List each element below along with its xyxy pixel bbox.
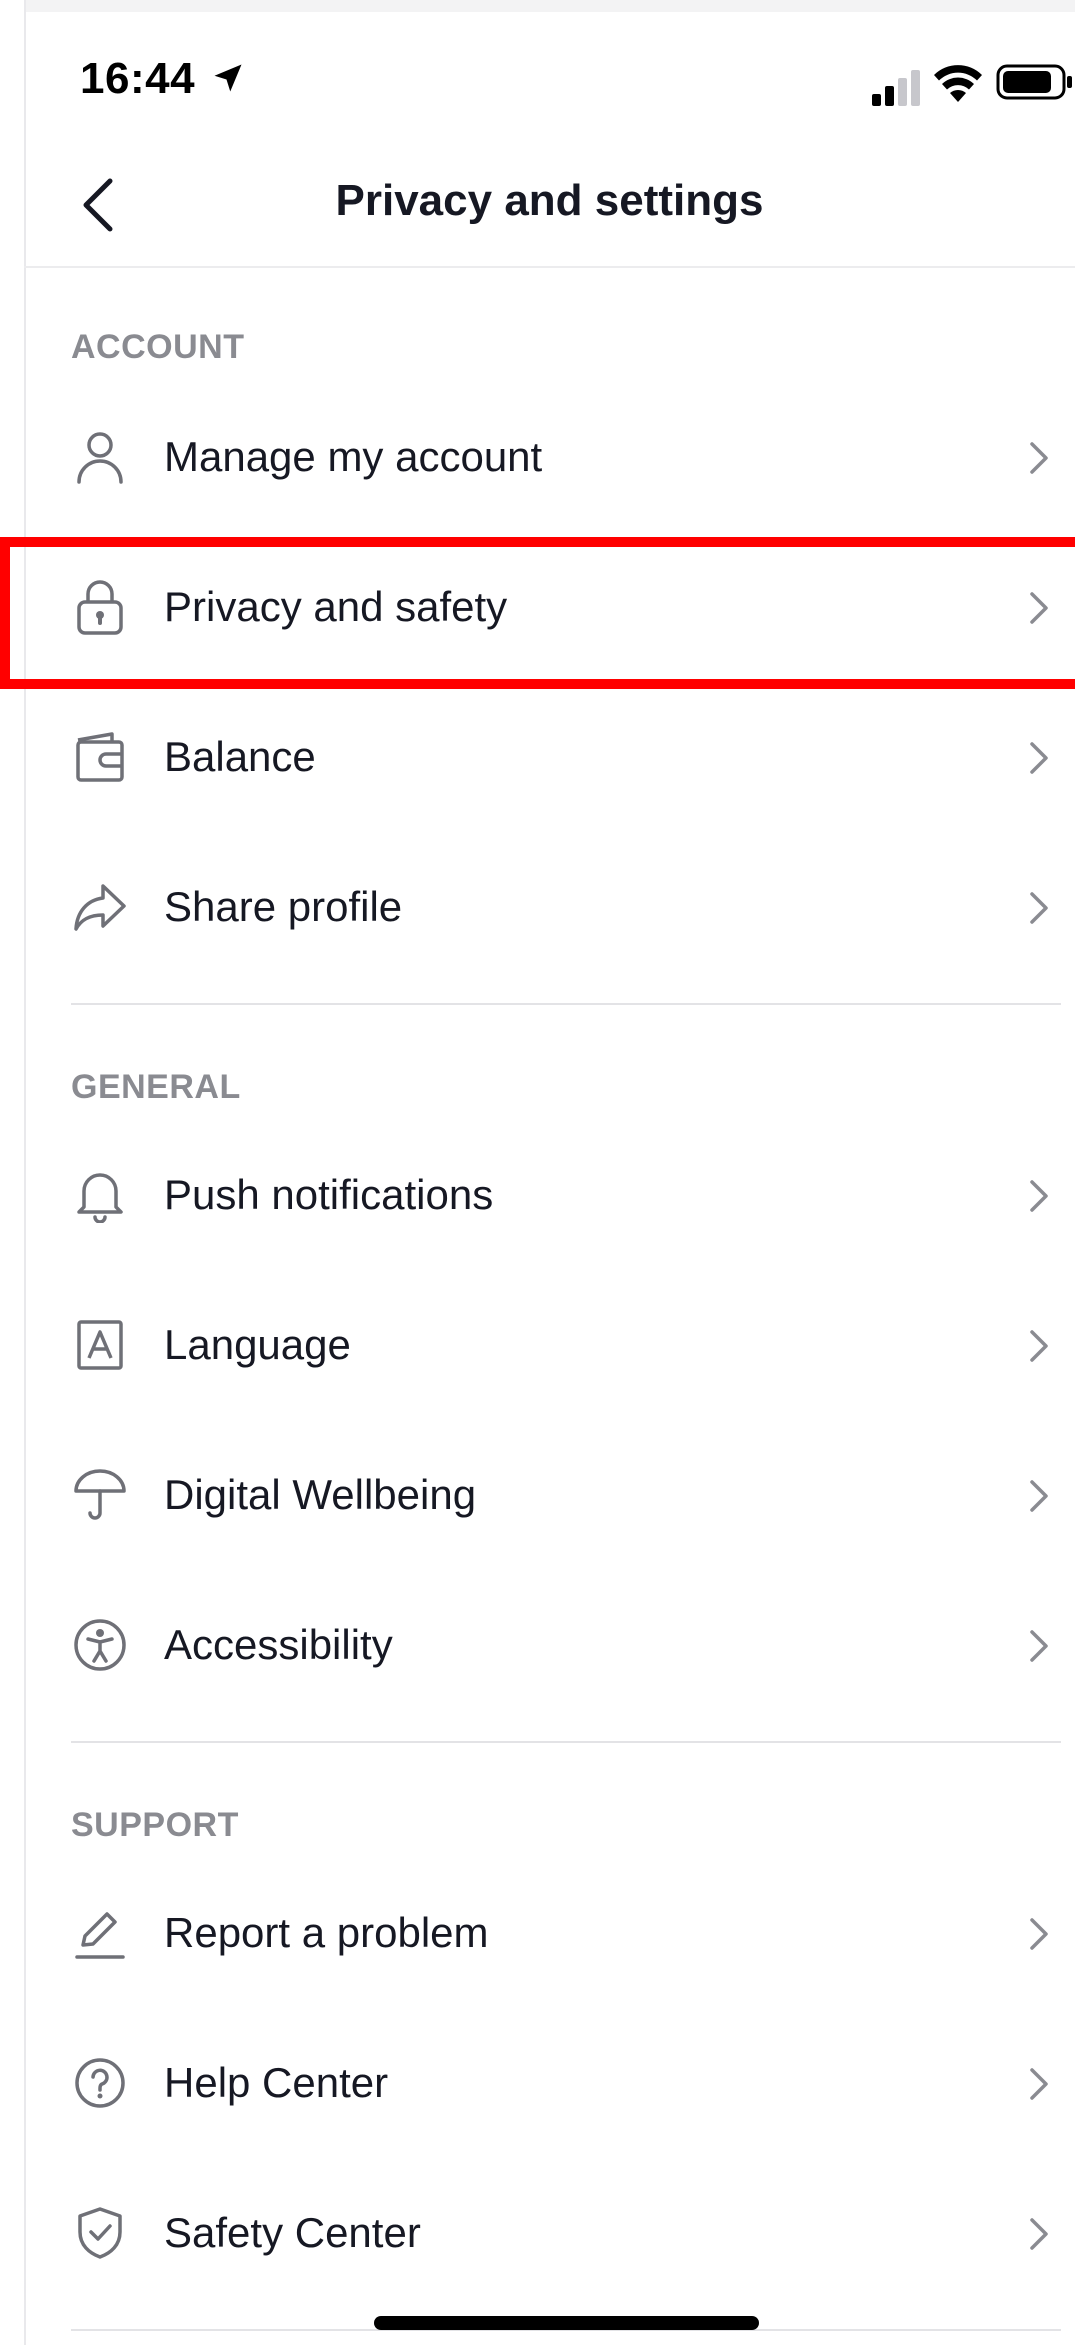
- settings-row-label: Help Center: [164, 2059, 389, 2106]
- settings-row-label: Share profile: [164, 883, 403, 930]
- settings-row-report-problem[interactable]: Report a problem: [24, 1859, 1075, 2009]
- chevron-right-icon: [1030, 892, 1048, 924]
- chevron-right-icon: [1030, 1480, 1048, 1512]
- settings-row-manage-account[interactable]: Manage my account: [24, 383, 1075, 533]
- settings-row-label: Accessibility: [164, 1621, 393, 1668]
- chevron-right-icon: [1030, 1180, 1048, 1212]
- umbrella-icon: [74, 1469, 126, 1520]
- lock-icon: [77, 580, 123, 635]
- battery-icon: [996, 64, 1072, 100]
- settings-row-accessibility[interactable]: Accessibility: [24, 1571, 1075, 1721]
- settings-row-label: Safety Center: [164, 2209, 421, 2256]
- wallet-icon: [76, 732, 124, 782]
- settings-row-digital-wellbeing[interactable]: Digital Wellbeing: [24, 1421, 1075, 1571]
- settings-row-label: Manage my account: [164, 433, 543, 480]
- section-divider: [71, 1003, 1061, 1005]
- section-divider: [71, 1741, 1061, 1743]
- settings-row-privacy-safety[interactable]: Privacy and safety: [24, 533, 1075, 683]
- pencil-icon: [75, 1912, 125, 1959]
- shield-icon: [78, 2207, 122, 2259]
- settings-row-safety-center[interactable]: Safety Center: [24, 2159, 1075, 2309]
- chevron-right-icon: [1030, 1918, 1048, 1950]
- chevron-right-icon: [1030, 592, 1048, 624]
- settings-row-help-center[interactable]: Help Center: [24, 2009, 1075, 2159]
- settings-row-share-profile[interactable]: Share profile: [24, 833, 1075, 983]
- top-edge: [0, 0, 1075, 12]
- accessibility-icon: [74, 1619, 126, 1671]
- left-edge: [0, 0, 26, 2345]
- settings-row-label: Digital Wellbeing: [164, 1471, 477, 1518]
- navigation-bar: Privacy and settings: [24, 140, 1075, 268]
- status-time: 16:44: [80, 54, 196, 103]
- bell-icon: [77, 1173, 123, 1223]
- settings-row-label: Privacy and safety: [164, 583, 508, 630]
- chevron-right-icon: [1030, 2218, 1048, 2250]
- wifi-icon: [934, 65, 982, 102]
- section-header-account: ACCOUNT: [71, 328, 245, 366]
- help-icon: [75, 2058, 125, 2108]
- status-bar: 16:44: [24, 12, 1075, 152]
- settings-screen: 16:44 Privacy and settings ACCOUNT Manag…: [0, 0, 1075, 2345]
- person-icon: [77, 432, 123, 484]
- section-header-general: GENERAL: [71, 1068, 241, 1106]
- settings-row-label: Balance: [164, 733, 316, 780]
- chevron-right-icon: [1030, 1630, 1048, 1662]
- settings-row-balance[interactable]: Balance: [24, 683, 1075, 833]
- settings-row-push-notifications[interactable]: Push notifications: [24, 1121, 1075, 1271]
- settings-row-language[interactable]: Language: [24, 1271, 1075, 1421]
- chevron-right-icon: [1030, 1330, 1048, 1362]
- chevron-right-icon: [1030, 742, 1048, 774]
- settings-row-label: Push notifications: [164, 1171, 494, 1218]
- location-arrow-icon: [214, 64, 242, 92]
- home-indicator: [374, 2316, 759, 2330]
- chevron-right-icon: [1030, 2068, 1048, 2100]
- section-header-support: SUPPORT: [71, 1806, 239, 1844]
- page-title: Privacy and settings: [335, 176, 764, 225]
- chevron-right-icon: [1030, 442, 1048, 474]
- settings-row-label: Report a problem: [164, 1909, 489, 1956]
- settings-row-label: Language: [164, 1321, 351, 1368]
- cellular-signal-icon: [872, 70, 920, 106]
- share-icon: [74, 884, 126, 931]
- language-icon: [77, 1320, 123, 1370]
